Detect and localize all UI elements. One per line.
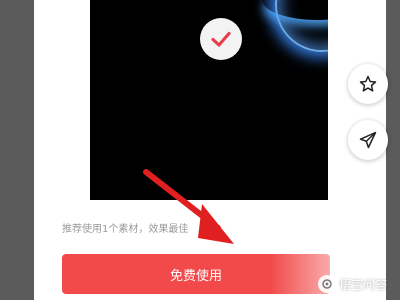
send-icon [359,131,377,149]
watermark-logo-icon [318,275,336,293]
watermark-text: 悟空问答 [339,277,388,292]
free-use-button[interactable]: 免费使用 [62,254,330,294]
favorite-button[interactable] [348,64,388,104]
watermark: 悟空问答 [318,272,387,296]
share-button[interactable] [348,120,388,160]
material-hint: 推荐使用1个素材，效果最佳 [62,224,189,235]
preview-glow-arc [262,0,328,20]
star-icon [359,75,377,92]
overlay-right [386,0,400,300]
overlay-left [0,0,34,300]
selected-check-badge[interactable] [200,18,242,60]
free-use-button-label: 免费使用 [169,268,222,284]
check-icon [211,31,231,47]
